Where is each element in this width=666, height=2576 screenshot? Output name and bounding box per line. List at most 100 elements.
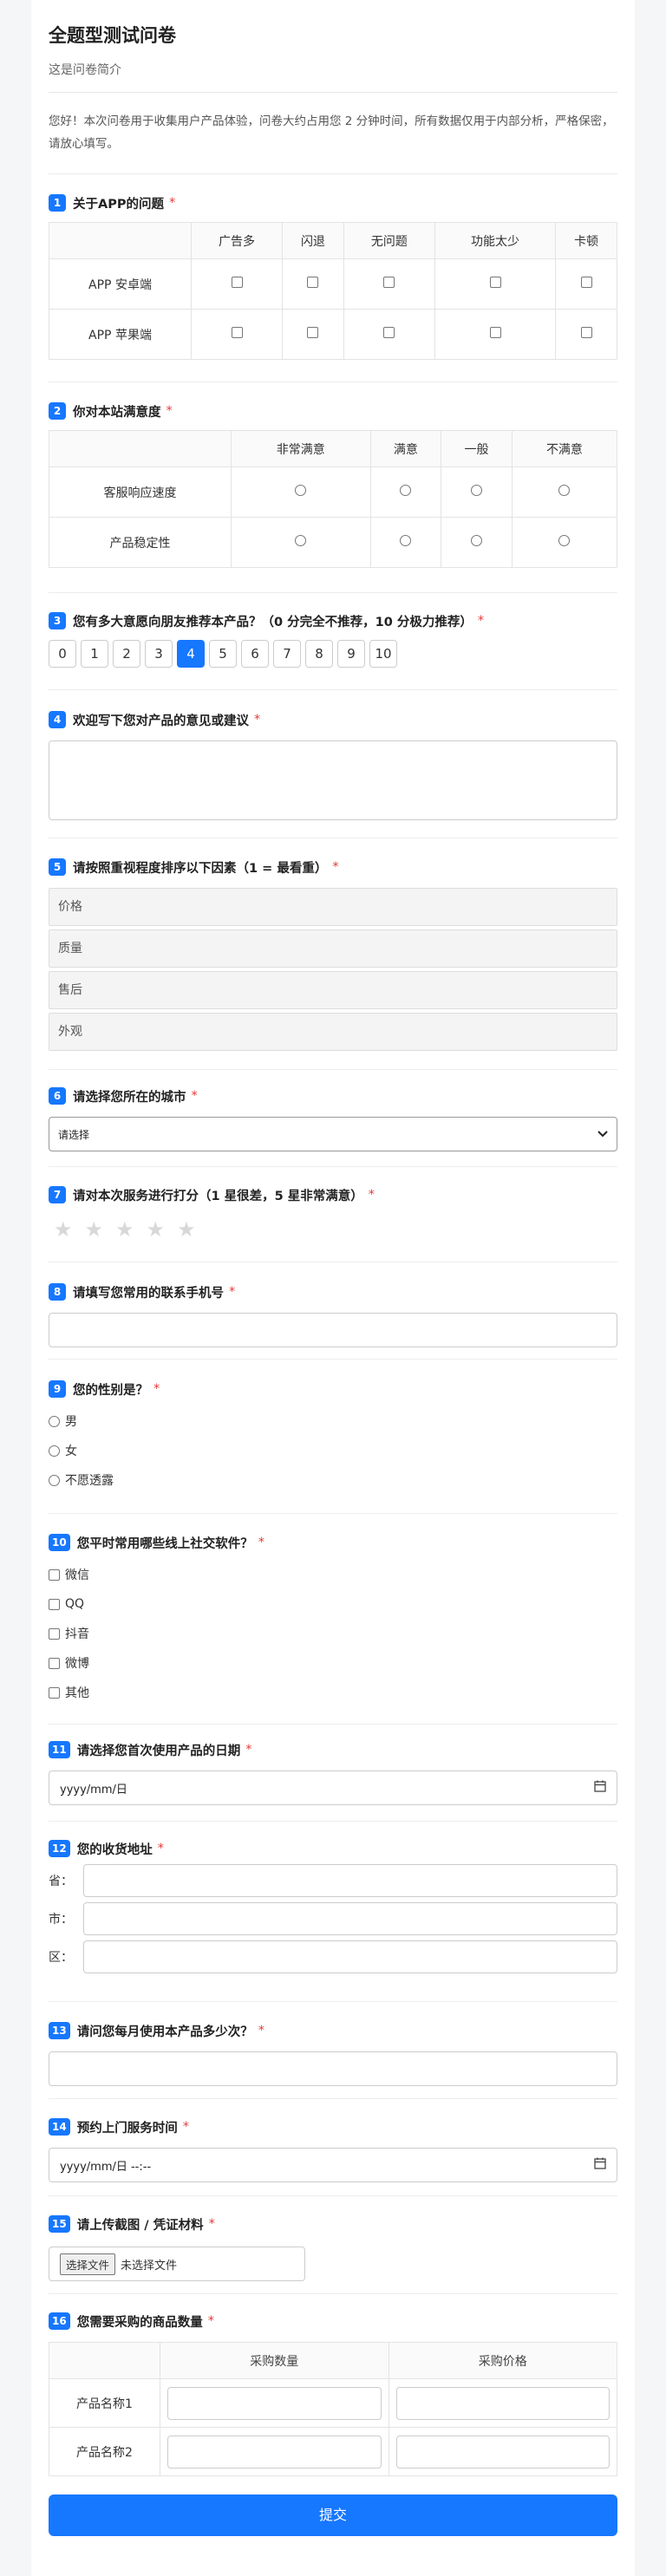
radio-button[interactable] [49,1445,60,1457]
matrix-row-label: APP 安卓端 [49,258,192,310]
checkbox[interactable] [49,1627,60,1640]
district-input[interactable] [83,1940,617,1973]
nps-option[interactable]: 5 [209,640,237,668]
province-input[interactable] [83,1864,617,1897]
matrix-checkbox[interactable] [231,277,243,288]
question-header: 3 您有多大意愿向朋友推荐本产品？（0 分完全不推荐，10 分极力推荐） * [49,610,617,631]
question-number: 6 [49,1087,66,1105]
rank-item[interactable]: 售后 [49,971,617,1009]
question-number: 14 [49,2118,70,2136]
rank-item[interactable]: 价格 [49,888,617,926]
question-9: 9 您的性别是？ * 男 女 不愿透露 [49,1379,617,1495]
nps-option[interactable]: 0 [49,640,76,668]
divider [49,2195,617,2196]
nps-scale: 0 1 2 3 4 5 6 7 8 9 10 [49,640,617,668]
matrix-col-header: 卡顿 [555,222,617,259]
question-7: 7 请对本次服务进行打分（1 星很差，5 星非常满意） * ★★★★★ [49,1184,617,1242]
matrix-radio[interactable] [471,535,483,546]
question-title: 请按照重视程度排序以下因素（1 = 最看重） [73,861,328,876]
matrix-radio[interactable] [295,535,307,546]
question-header: 13 请问您每月使用本产品多少次？ * [49,2020,617,2041]
radio-button[interactable] [49,1474,60,1486]
required-mark: * [208,2217,215,2231]
nps-option[interactable]: 1 [81,640,108,668]
question-title: 请填写您常用的联系手机号 [73,1286,224,1301]
checkbox-option[interactable]: 微博 [49,1648,617,1678]
nps-option[interactable]: 10 [369,640,397,668]
nps-option[interactable]: 7 [273,640,301,668]
matrix-checkbox[interactable] [489,327,501,338]
city-select[interactable]: 请选择 [49,1117,617,1151]
nps-option[interactable]: 3 [145,640,173,668]
question-number: 7 [49,1186,66,1203]
matrix-row-label: 客服响应速度 [49,466,232,518]
suggestion-textarea[interactable] [49,740,617,820]
file-upload[interactable]: 选择文件 未选择文件 [49,2247,305,2281]
question-title: 您有多大意愿向朋友推荐本产品？（0 分完全不推荐，10 分极力推荐） [73,615,473,629]
matrix-table: 广告多 闪退 无问题 功能太少 卡顿 APP 安卓端 APP 苹果端 [49,222,617,360]
checkbox-option[interactable]: 微信 [49,1560,617,1589]
matrix-radio[interactable] [400,535,412,546]
option-label: 女 [65,1445,77,1458]
matrix-row-label: 产品稳定性 [49,517,232,568]
matrix-radio[interactable] [558,535,571,546]
question-header: 6 请选择您所在的城市 * [49,1086,617,1106]
matrix-radio[interactable] [471,485,483,496]
matrix-radio[interactable] [295,485,307,496]
submit-button[interactable]: 提交 [49,2494,617,2536]
choose-file-button[interactable]: 选择文件 [60,2253,116,2275]
calendar-icon[interactable] [594,2157,606,2173]
checkbox-option[interactable]: 抖音 [49,1619,617,1648]
matrix-checkbox[interactable] [307,277,319,288]
checkbox[interactable] [49,1568,60,1581]
question-number: 10 [49,1534,70,1551]
checkbox[interactable] [49,1598,60,1610]
quantity-input[interactable] [167,2386,382,2420]
required-mark: * [254,713,261,727]
matrix-checkbox[interactable] [307,327,319,338]
nps-option-selected[interactable]: 4 [177,640,205,668]
divider [49,2293,617,2294]
checkbox-option[interactable]: 其他 [49,1678,617,1707]
quantity-input[interactable] [167,2435,382,2468]
radio-option[interactable]: 男 [49,1406,617,1436]
radio-option[interactable]: 女 [49,1436,617,1465]
radio-button[interactable] [49,1415,60,1427]
matrix-checkbox[interactable] [580,277,592,288]
star-rating[interactable]: ★★★★★ [49,1217,617,1242]
chevron-down-icon [597,1128,608,1140]
price-input[interactable] [395,2435,610,2468]
calendar-icon[interactable] [594,1780,606,1796]
price-input[interactable] [395,2386,610,2420]
divider [49,1513,617,1514]
matrix-checkbox[interactable] [383,327,395,338]
phone-input[interactable] [49,1313,617,1347]
matrix-checkbox[interactable] [383,277,395,288]
nps-option[interactable]: 9 [337,640,365,668]
city-input[interactable] [83,1902,617,1935]
matrix-radio[interactable] [400,485,412,496]
usage-count-input[interactable] [49,2051,617,2086]
matrix-row-label: APP 苹果端 [49,309,192,360]
address-fields: 省： 市： 区： [49,1864,617,1973]
matrix-col-header: 采购价格 [388,2342,617,2379]
nps-option[interactable]: 2 [113,640,140,668]
matrix-checkbox[interactable] [580,327,592,338]
checkbox[interactable] [49,1657,60,1669]
checkbox[interactable] [49,1686,60,1699]
datetime-input[interactable]: yyyy/mm/日 --:-- [49,2148,617,2182]
nps-option[interactable]: 8 [305,640,333,668]
radio-option[interactable]: 不愿透露 [49,1465,617,1495]
checkbox-option[interactable]: QQ [49,1589,617,1619]
question-header: 16 您需要采购的商品数量 * [49,2311,617,2331]
question-header: 7 请对本次服务进行打分（1 星很差，5 星非常满意） * [49,1184,617,1205]
nps-option[interactable]: 6 [241,640,269,668]
rank-item[interactable]: 质量 [49,929,617,968]
question-header: 14 预约上门服务时间 * [49,2116,617,2137]
matrix-checkbox[interactable] [231,327,243,338]
rank-item[interactable]: 外观 [49,1013,617,1051]
date-input[interactable]: yyyy/mm/日 [49,1771,617,1805]
matrix-checkbox[interactable] [489,277,501,288]
matrix-row-label: 产品名称2 [49,2427,160,2476]
matrix-radio[interactable] [558,485,571,496]
